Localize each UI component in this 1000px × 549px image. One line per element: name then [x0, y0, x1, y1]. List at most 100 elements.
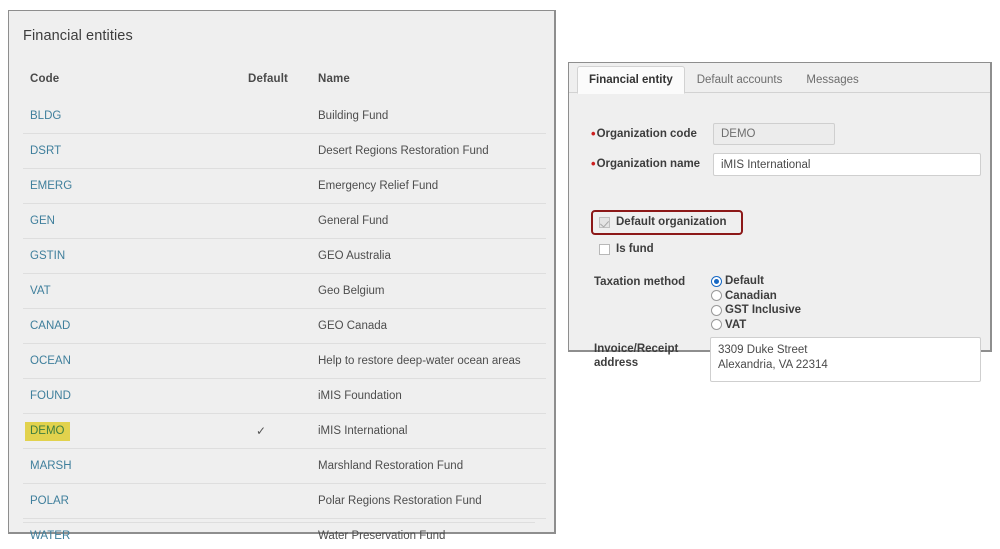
cell-default — [248, 483, 314, 519]
taxation-option-gst-inclusive[interactable]: GST Inclusive — [711, 303, 801, 318]
tab-financial-entity[interactable]: Financial entity — [577, 66, 685, 94]
organization-code-label: •Organization code — [591, 127, 697, 141]
table-row[interactable]: VAT Geo Belgium — [23, 273, 546, 309]
organization-code-label-text: Organization code — [596, 128, 697, 140]
cell-default — [248, 448, 314, 484]
cell-code: DSRT — [23, 133, 248, 169]
form-area: •Organization code •Organization name De… — [569, 93, 990, 382]
table-header-row: Code Default Name — [23, 73, 546, 99]
entity-code-link[interactable]: POLAR — [30, 495, 69, 507]
tab-strip: Financial entity Default accounts Messages — [569, 63, 990, 94]
taxation-option-vat[interactable]: VAT — [711, 318, 801, 333]
cell-name: GEO Canada — [314, 308, 546, 344]
table-row[interactable]: OCEAN Help to restore deep-water ocean ar… — [23, 343, 546, 379]
is-fund-label: Is fund — [616, 243, 654, 255]
entity-code-link[interactable]: DEMO — [25, 422, 70, 441]
cell-name: Geo Belgium — [314, 273, 546, 309]
entity-code-link[interactable]: BLDG — [30, 110, 61, 122]
cell-code: BLDG — [23, 99, 248, 134]
entity-code-link[interactable]: DSRT — [30, 145, 61, 157]
invoice-receipt-address-label-line1: Invoice/Receipt — [594, 343, 679, 355]
entity-code-link[interactable]: VAT — [30, 285, 51, 297]
taxation-method-row: Taxation method — [594, 275, 685, 289]
table-row[interactable]: CANAD GEO Canada — [23, 308, 546, 344]
radio-button-icon[interactable] — [711, 290, 722, 302]
cell-name: Help to restore deep-water ocean areas — [314, 343, 546, 379]
entity-code-link[interactable]: GEN — [30, 215, 55, 227]
cell-code: POLAR — [23, 483, 248, 519]
cell-name: Desert Regions Restoration Fund — [314, 133, 546, 169]
radio-button-icon[interactable] — [711, 319, 722, 331]
radio-button-icon[interactable] — [711, 275, 722, 287]
financial-entity-form-panel: Financial entity Default accounts Messages… — [568, 62, 992, 382]
table-row[interactable]: GEN General Fund — [23, 203, 546, 239]
table-row[interactable]: MARSH Marshland Restoration Fund — [23, 448, 546, 484]
cell-name: General Fund — [314, 203, 546, 239]
table-row[interactable]: BLDG Building Fund — [23, 99, 546, 134]
organization-name-label-text: Organization name — [596, 158, 701, 170]
table-row[interactable]: GSTIN GEO Australia — [23, 238, 546, 274]
default-organization-checkbox[interactable] — [599, 216, 610, 228]
table-bottom-divider — [23, 522, 535, 523]
cell-default — [248, 168, 314, 204]
cell-name: iMIS International — [314, 413, 546, 449]
entity-code-link[interactable]: OCEAN — [30, 355, 71, 367]
table-row[interactable]: POLAR Polar Regions Restoration Fund — [23, 483, 546, 519]
cell-name: GEO Australia — [314, 238, 546, 274]
table-header: Code Default Name — [23, 73, 546, 99]
cell-code: EMERG — [23, 168, 248, 204]
invoice-receipt-address-label-line2: address — [594, 357, 639, 369]
cell-code: GEN — [23, 203, 248, 239]
entity-code-link[interactable]: EMERG — [30, 180, 72, 192]
table-row[interactable]: WATER Water Preservation Fund — [23, 518, 546, 549]
cell-code: OCEAN — [23, 343, 248, 379]
invoice-receipt-address-textarea[interactable] — [710, 337, 981, 382]
cell-code: MARSH — [23, 448, 248, 484]
entity-code-link[interactable]: CANAD — [30, 320, 70, 332]
taxation-option-label: Canadian — [725, 289, 777, 302]
required-dot-icon: • — [591, 156, 596, 172]
entity-code-link[interactable]: GSTIN — [30, 250, 65, 262]
tab-default-accounts[interactable]: Default accounts — [685, 66, 795, 93]
cell-code: DEMO — [23, 413, 248, 449]
taxation-method-radio-group[interactable]: Default Canadian GST Inclusive VAT — [711, 274, 801, 332]
tab-messages[interactable]: Messages — [794, 66, 870, 93]
screen-root: Financial entities Code Default Name BLD… — [0, 0, 1000, 549]
invoice-receipt-address-row: Invoice/Receipt address — [594, 342, 678, 370]
cell-default — [248, 238, 314, 274]
cell-code: CANAD — [23, 308, 248, 344]
organization-name-input[interactable] — [713, 153, 981, 176]
default-organization-label: Default organization — [616, 216, 727, 228]
cell-default — [248, 518, 314, 549]
taxation-option-label: VAT — [725, 318, 747, 331]
entity-code-link[interactable]: MARSH — [30, 460, 72, 472]
table-row[interactable]: EMERG Emergency Relief Fund — [23, 168, 546, 204]
cell-default — [248, 99, 314, 134]
taxation-method-label: Taxation method — [594, 276, 686, 288]
required-dot-icon: • — [591, 126, 596, 142]
cell-name: Marshland Restoration Fund — [314, 448, 546, 484]
page-title: Financial entities — [23, 28, 133, 44]
cell-default — [248, 273, 314, 309]
is-fund-checkbox[interactable] — [599, 243, 610, 255]
table-row[interactable]: DSRT Desert Regions Restoration Fund — [23, 133, 546, 169]
column-header-default: Default — [248, 73, 289, 85]
financial-entities-panel: Financial entities Code Default Name BLD… — [8, 10, 556, 549]
taxation-option-canadian[interactable]: Canadian — [711, 289, 801, 304]
table-row[interactable]: FOUND iMIS Foundation — [23, 378, 546, 414]
cell-default — [248, 203, 314, 239]
column-header-code: Code — [30, 73, 60, 85]
taxation-option-default[interactable]: Default — [711, 274, 801, 289]
entity-code-link[interactable]: FOUND — [30, 390, 71, 402]
organization-code-input[interactable] — [713, 123, 835, 145]
radio-button-icon[interactable] — [711, 304, 722, 316]
organization-name-row: •Organization name — [591, 157, 700, 171]
is-fund-checkbox-row[interactable]: Is fund — [599, 243, 654, 255]
column-header-name: Name — [318, 73, 350, 85]
default-organization-checkbox-row[interactable]: Default organization — [599, 216, 727, 228]
table-row[interactable]: DEMO ✓ iMIS International — [23, 413, 546, 449]
cell-name: iMIS Foundation — [314, 378, 546, 414]
entity-code-link[interactable]: WATER — [30, 530, 70, 542]
taxation-option-label: Default — [725, 275, 764, 288]
cell-name: Emergency Relief Fund — [314, 168, 546, 204]
